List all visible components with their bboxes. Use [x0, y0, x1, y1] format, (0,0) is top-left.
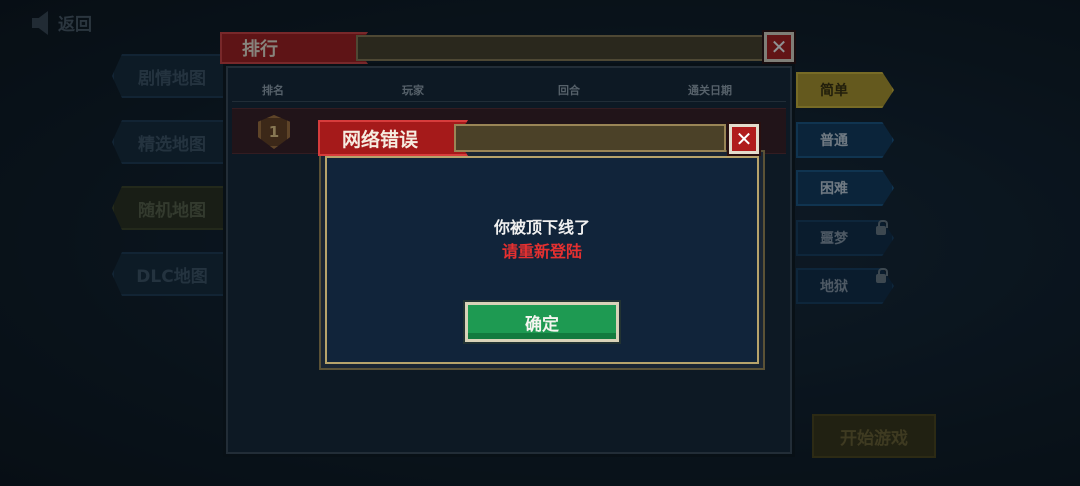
rank-number: 1 — [268, 123, 280, 141]
ranking-title: 排行 — [220, 32, 368, 64]
ranking-header: 排行 — [220, 32, 796, 64]
error-dialog-title: 网络错误 — [318, 120, 468, 156]
error-close-button[interactable]: ✕ — [729, 124, 759, 154]
lock-icon — [876, 220, 888, 235]
column-clear-date: 通关日期 — [688, 84, 732, 97]
error-title-strip — [454, 124, 726, 152]
back-arrow-icon — [32, 10, 48, 35]
tab-story-map[interactable]: 剧情地图 — [112, 54, 232, 98]
close-icon: ✕ — [735, 127, 753, 151]
difficulty-hard-button[interactable]: 困难 — [796, 170, 894, 206]
tab-dlc-map[interactable]: DLC地图 — [112, 252, 232, 296]
close-icon: ✕ — [770, 35, 788, 59]
ranking-title-strip — [356, 35, 764, 61]
column-player: 玩家 — [402, 84, 424, 97]
ranking-column-headers: 排名 玩家 回合 通关日期 — [232, 78, 786, 102]
error-message: 你被顶下线了 — [493, 218, 590, 237]
confirm-button[interactable]: 确定 — [465, 302, 619, 342]
ranking-close-button[interactable]: ✕ — [764, 32, 794, 62]
difficulty-easy-button[interactable]: 简单 — [796, 72, 894, 108]
error-sub-message: 请重新登陆 — [501, 242, 582, 261]
start-game-button[interactable]: 开始游戏 — [812, 414, 936, 458]
back-button[interactable]: 返回 — [32, 10, 92, 35]
column-rounds: 回合 — [558, 84, 580, 97]
error-dialog-header: 网络错误 — [318, 120, 762, 156]
tab-random-map[interactable]: 随机地图 — [112, 186, 232, 230]
difficulty-normal-button[interactable]: 普通 — [796, 122, 894, 158]
tab-featured-map[interactable]: 精选地图 — [112, 120, 232, 164]
lock-icon — [876, 268, 888, 283]
rank-badge-icon: 1 — [258, 115, 290, 149]
back-label: 返回 — [58, 15, 92, 35]
column-rank: 排名 — [262, 84, 284, 97]
